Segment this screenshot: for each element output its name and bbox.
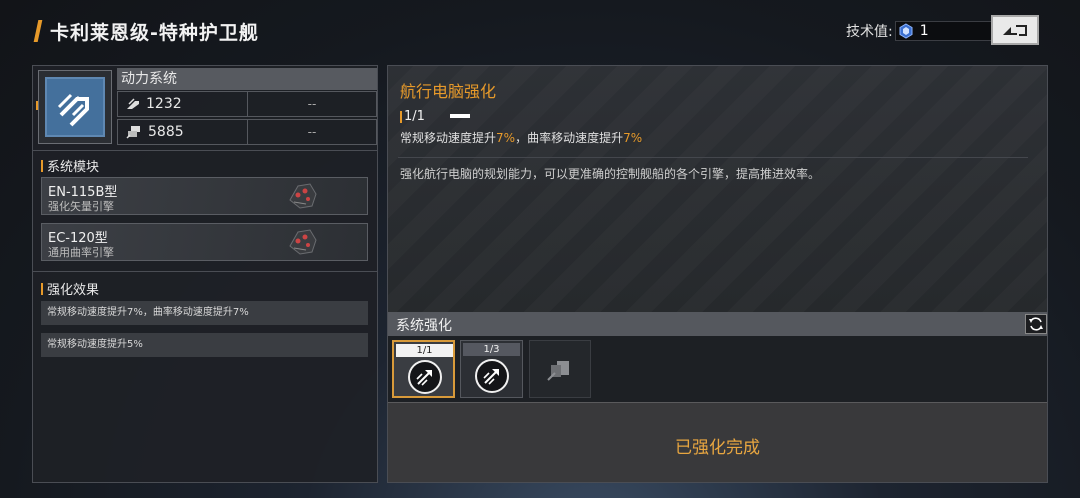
section-accent <box>41 159 43 172</box>
page-title: 卡利莱恩级-特种护卫舰 <box>50 21 259 44</box>
level-text: 1/1 <box>404 109 425 124</box>
selection-marker <box>36 101 38 110</box>
detail-title: 航行电脑强化 <box>400 82 497 101</box>
divider <box>33 271 377 272</box>
tech-label: 技术值: <box>846 24 893 40</box>
tech-crystal-icon <box>899 23 913 39</box>
effects-section-title: 强化效果 <box>41 279 99 298</box>
tech-value-display: 技术值: 1 <box>846 20 1015 42</box>
modules-title-text: 系统模块 <box>47 160 100 175</box>
module-desc: 通用曲率引擎 <box>48 246 114 259</box>
stat-value: 5885 <box>148 124 184 140</box>
stat-value: 1232 <box>146 96 182 112</box>
enhance-header: 系统强化 <box>388 312 1047 336</box>
left-panel: 动力系统 1232 -- 5885 -- 系统模块 EN-115B型 强化矢量引… <box>32 65 378 483</box>
effect-row: 常规移动速度提升7%，曲率移动速度提升7% <box>41 301 368 325</box>
stat-row: 1232 -- <box>117 91 377 117</box>
detail-divider <box>398 157 1028 158</box>
enhance-slots: 1/1 1/3 <box>388 336 1047 402</box>
refresh-button[interactable] <box>1025 314 1047 334</box>
effect-text: 常规移动速度提升 <box>400 131 497 145</box>
modules-section-title: 系统模块 <box>41 156 99 175</box>
status-area: 已强化完成 <box>388 402 1047 482</box>
back-button[interactable] <box>991 15 1039 45</box>
wing-icon <box>127 98 139 109</box>
locked-thruster-icon <box>547 361 569 381</box>
page-header: 卡利莱恩级-特种护卫舰 <box>33 18 259 44</box>
title-accent <box>33 20 43 42</box>
slot-icon-circle <box>408 360 442 394</box>
tech-value: 1 <box>919 23 929 39</box>
slot-icon-circle <box>475 359 509 393</box>
thruster-icon <box>126 126 140 139</box>
enhance-slot[interactable]: 1/1 <box>392 340 455 398</box>
enhance-slot-locked[interactable] <box>529 340 591 398</box>
enhance-title: 系统强化 <box>396 318 452 334</box>
module-card[interactable]: EC-120型 通用曲率引擎 <box>41 223 368 261</box>
detail-description: 强化航行电脑的规划能力，可以更准确的控制舰船的各个引擎，提高推进效率。 <box>400 167 821 181</box>
level-progress-bar <box>450 114 470 118</box>
stat-extra: -- <box>307 97 317 111</box>
system-icon-tile <box>45 77 105 137</box>
level-accent <box>400 110 402 123</box>
slot-badge: 1/3 <box>463 343 520 356</box>
effects-title-text: 强化效果 <box>47 283 100 298</box>
module-desc: 强化矢量引擎 <box>48 200 114 213</box>
engine-module-icon <box>289 229 317 255</box>
status-text: 已强化完成 <box>675 438 760 458</box>
module-card[interactable]: EN-115B型 强化矢量引擎 <box>41 177 368 215</box>
stat-extra: -- <box>307 125 317 139</box>
stat-cell: 5885 <box>118 120 248 144</box>
divider <box>33 150 377 151</box>
effect-row: 常规移动速度提升5% <box>41 333 368 357</box>
slot-badge: 1/1 <box>396 344 453 357</box>
section-accent <box>41 282 43 295</box>
effect-value: 7% <box>623 131 643 145</box>
thrust-boost-icon <box>416 370 432 386</box>
back-icon <box>1003 25 1027 36</box>
detail-level: 1/1 <box>400 109 425 124</box>
system-icon-frame[interactable] <box>38 70 112 144</box>
stat-cell: 1232 <box>118 92 248 116</box>
engine-system-icon <box>57 93 89 127</box>
engine-module-icon <box>289 183 317 209</box>
effect-value: 7% <box>496 131 516 145</box>
thrust-boost-icon <box>483 369 499 385</box>
right-panel: 航行电脑强化 1/1 常规移动速度提升7%，曲率移动速度提升7% 强化航行电脑的… <box>387 65 1048 483</box>
effect-text: ，曲率移动速度提升 <box>515 131 624 145</box>
refresh-icon <box>1029 317 1043 331</box>
system-name: 动力系统 <box>117 68 377 90</box>
detail-panel: 航行电脑强化 1/1 常规移动速度提升7%，曲率移动速度提升7% 强化航行电脑的… <box>388 66 1047 312</box>
stat-row: 5885 -- <box>117 119 377 145</box>
detail-effect: 常规移动速度提升7%，曲率移动速度提升7% <box>400 129 642 146</box>
enhance-slot[interactable]: 1/3 <box>460 340 523 398</box>
